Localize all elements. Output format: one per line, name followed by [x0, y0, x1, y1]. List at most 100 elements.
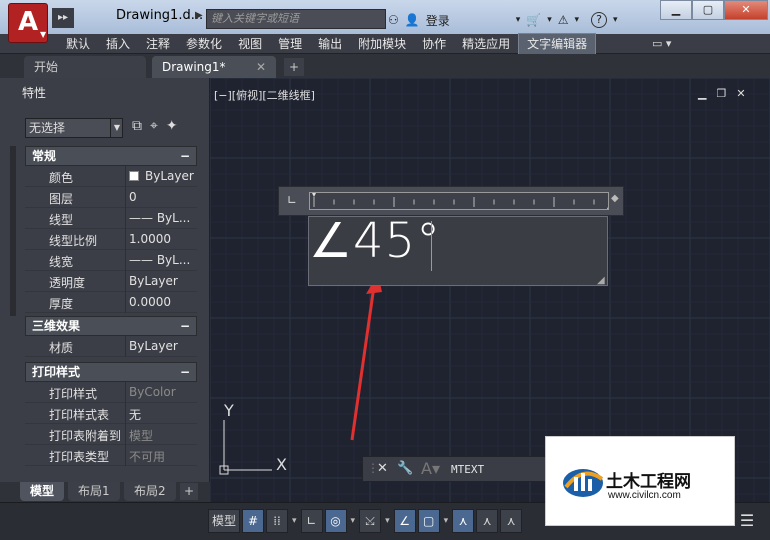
ribbon-options-button[interactable]: ▭ ▾	[652, 37, 671, 50]
chevron-down-icon[interactable]: ▾	[613, 15, 618, 25]
property-row[interactable]: 打印表类型 不可用	[25, 445, 197, 466]
ribbon-tab[interactable]: 注释	[138, 34, 178, 54]
property-row[interactable]: 打印样式表 无	[25, 403, 197, 424]
annotation-scale-icon[interactable]: ⋏	[500, 509, 523, 533]
property-value[interactable]: 无	[129, 406, 197, 423]
ortho-icon[interactable]: ∟	[300, 509, 323, 533]
snap-icon[interactable]: ⁞⁞	[266, 509, 289, 533]
chevron-down-icon[interactable]: ▾	[547, 15, 552, 25]
chevron-down-icon[interactable]: ▾	[290, 516, 299, 526]
command-prompt-icon[interactable]: A▾	[421, 459, 440, 478]
collapse-icon[interactable]: −	[180, 147, 190, 165]
chevron-down-icon[interactable]: ▾	[442, 516, 451, 526]
property-value[interactable]: 0.0000	[129, 295, 197, 309]
property-value[interactable]: 1.0000	[129, 232, 197, 246]
property-value[interactable]: ByLayer	[129, 274, 197, 288]
resize-handle-icon[interactable]: ◢	[597, 275, 605, 286]
property-row[interactable]: 颜色 ByLayer	[25, 166, 197, 187]
chevron-down-icon[interactable]: ▾	[575, 15, 580, 25]
property-row[interactable]: 厚度 0.0000	[25, 292, 197, 313]
chevron-down-icon[interactable]: ▾	[349, 516, 358, 526]
ribbon-tab[interactable]: 管理	[270, 34, 310, 54]
property-row[interactable]: 材质 ByLayer	[25, 336, 197, 357]
isodraft-icon[interactable]: ⤩	[359, 509, 382, 533]
ribbon-tab[interactable]: 精选应用	[454, 34, 518, 54]
ribbon-tab[interactable]: 协作	[414, 34, 454, 54]
tab-model[interactable]: 模型	[20, 482, 65, 501]
annotation-visibility-icon[interactable]: ⋏	[452, 509, 475, 533]
ribbon-tab[interactable]: 插入	[98, 34, 138, 54]
collapse-icon[interactable]: −	[180, 317, 190, 335]
property-value[interactable]: 0	[129, 190, 197, 204]
user-icon[interactable]: 👤	[405, 13, 420, 27]
property-row[interactable]: 透明度 ByLayer	[25, 271, 197, 292]
grid-icon[interactable]: #	[242, 509, 265, 533]
quick-select-icon[interactable]: ✦	[166, 118, 178, 134]
maximize-button[interactable]: ▢	[692, 0, 724, 20]
chevron-down-icon[interactable]: ▾	[383, 516, 392, 526]
model-space-button[interactable]: 模型	[208, 509, 241, 533]
selection-dropdown[interactable]: 无选择	[25, 118, 123, 138]
binoculars-icon[interactable]: ⚇	[388, 13, 399, 27]
ribbon-tab[interactable]: 参数化	[178, 34, 230, 54]
property-value[interactable]: —— ByL...	[129, 211, 197, 225]
property-value[interactable]: 模型	[129, 427, 197, 444]
section-header[interactable]: 三维效果 −	[25, 316, 197, 336]
property-value[interactable]: ByLayer	[129, 339, 197, 353]
section-header[interactable]: 常规 −	[25, 146, 197, 166]
ribbon-tab[interactable]: 附加模块	[350, 34, 414, 54]
property-row[interactable]: 线宽 —— ByL...	[25, 250, 197, 271]
search-expand-icon[interactable]: ▶	[195, 10, 203, 21]
property-value[interactable]: ByLayer	[145, 169, 213, 183]
command-text[interactable]: MTEXT	[451, 463, 484, 476]
exchange-icon[interactable]: ⚠	[558, 13, 569, 27]
property-value[interactable]: ByColor	[129, 385, 197, 399]
ribbon-tab[interactable]: 输出	[310, 34, 350, 54]
chevron-down-icon[interactable]: ▼	[110, 118, 123, 138]
new-tab-button[interactable]: +	[284, 58, 304, 76]
close-icon[interactable]: ✕	[377, 461, 388, 476]
search-input[interactable]: 键入关键字或短语	[206, 9, 386, 29]
ribbon-tab[interactable]: 文字编辑器	[518, 33, 597, 55]
ribbon-tab[interactable]: 视图	[230, 34, 270, 54]
section-header[interactable]: 打印样式 −	[25, 362, 197, 382]
cart-icon[interactable]: 🛒	[526, 13, 541, 27]
close-button[interactable]: ✕	[724, 0, 768, 20]
object-snap-tracking-icon[interactable]: ∠	[393, 509, 416, 533]
mtext-content[interactable]: ∠45°	[309, 213, 441, 269]
auto-scale-icon[interactable]: ⋏	[476, 509, 499, 533]
property-row[interactable]: 线型 —— ByL...	[25, 208, 197, 229]
tab-layout1[interactable]: 布局1	[68, 482, 120, 501]
mtext-editor[interactable]: ∠45° ◢	[308, 213, 608, 286]
palette-scrollbar[interactable]	[10, 146, 16, 316]
help-icon[interactable]: ?	[591, 12, 608, 28]
ruler-width-handle-icon[interactable]: ◆	[611, 193, 619, 204]
polar-icon[interactable]: ◎	[324, 509, 347, 533]
property-row[interactable]: 打印样式 ByColor	[25, 382, 197, 403]
wrench-icon[interactable]: 🔧	[397, 461, 413, 476]
toggle-pickadd-icon[interactable]: ⧉	[132, 118, 142, 134]
collapse-icon[interactable]: −	[180, 363, 190, 381]
command-line[interactable]: ⋮ ✕ 🔧 A▾ MTEXT	[362, 456, 548, 482]
customization-menu-icon[interactable]: ☰	[734, 511, 760, 535]
object-snap-icon[interactable]: ▢	[417, 509, 440, 533]
property-value[interactable]: 不可用	[129, 448, 197, 465]
quick-access-more-button[interactable]: ▸▸	[52, 8, 74, 28]
mtext-ruler[interactable]: ∟ ◆	[278, 186, 624, 216]
property-value[interactable]: —— ByL...	[129, 253, 197, 267]
property-row[interactable]: 图层 0	[25, 187, 197, 208]
tab-drawing1[interactable]: Drawing1* ✕	[152, 56, 276, 78]
tab-stop-icon[interactable]: ∟	[287, 193, 297, 207]
select-objects-icon[interactable]: ⌖	[150, 118, 158, 134]
tab-start[interactable]: 开始	[24, 56, 146, 78]
close-icon[interactable]: ✕	[256, 56, 266, 78]
property-row[interactable]: 打印表附着到 模型	[25, 424, 197, 445]
chevron-down-icon[interactable]: ▾	[516, 15, 521, 25]
login-button[interactable]: 登录	[426, 12, 450, 29]
property-row[interactable]: 线型比例 1.0000	[25, 229, 197, 250]
tab-layout2[interactable]: 布局2	[124, 482, 176, 501]
ribbon-tab[interactable]: 默认	[58, 34, 98, 54]
ruler-scale[interactable]	[309, 192, 609, 210]
minimize-button[interactable]: ▁	[660, 0, 692, 20]
add-layout-button[interactable]: +	[180, 483, 198, 500]
